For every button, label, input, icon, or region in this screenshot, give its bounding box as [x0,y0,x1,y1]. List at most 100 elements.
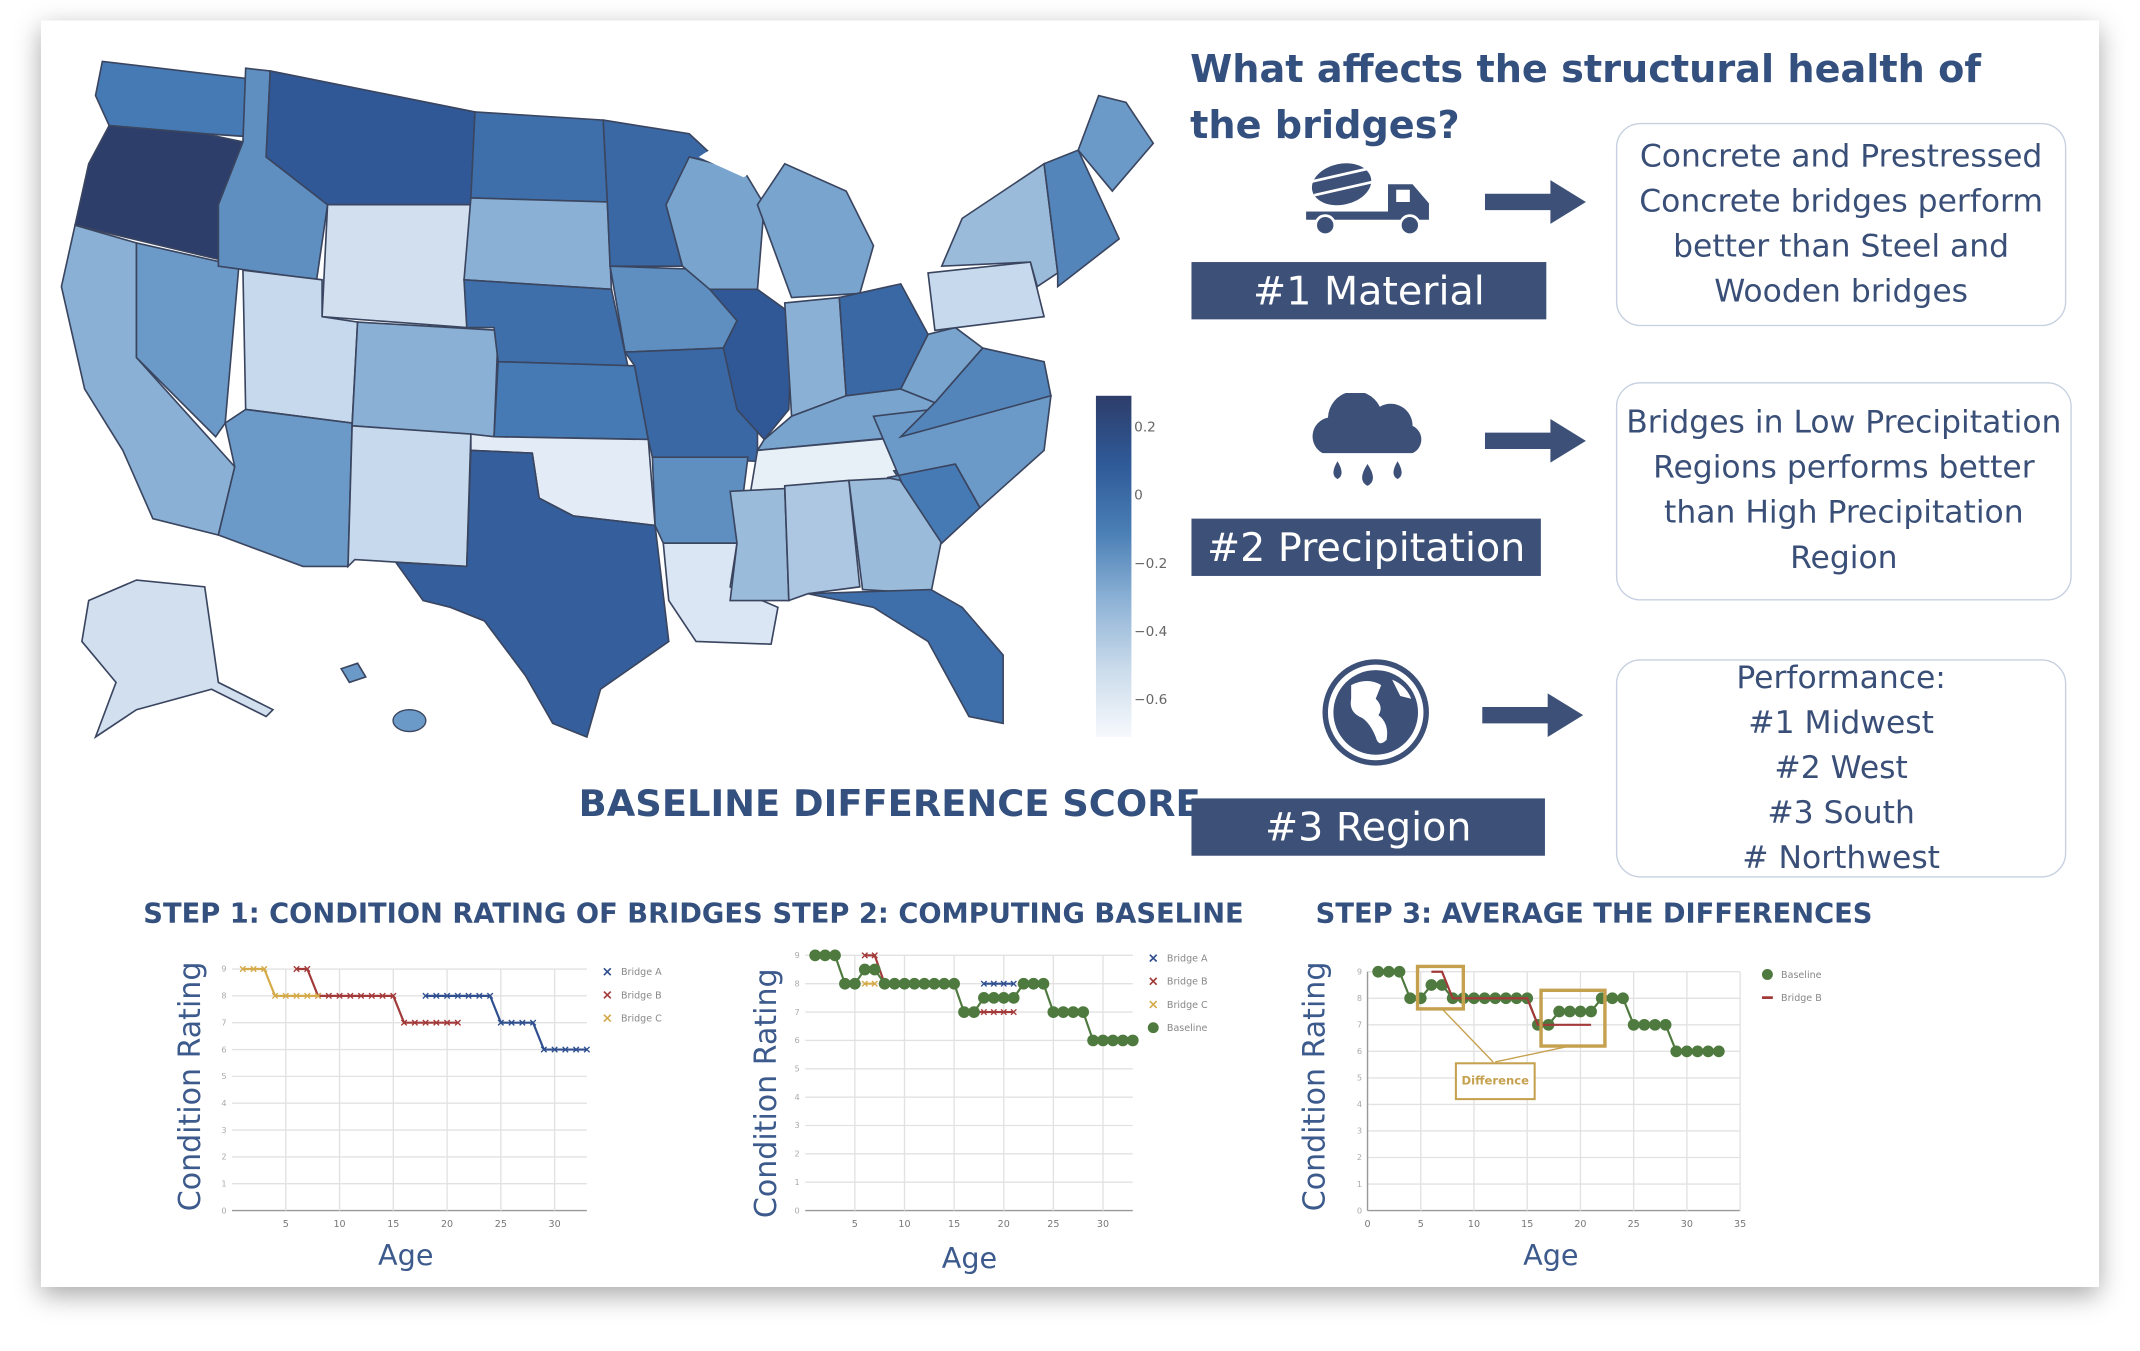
y-tick-label: 3 [1357,1126,1362,1136]
state-pa [927,261,1046,332]
description-line: Region [1790,540,1898,576]
legend-label: Bridge C [621,1014,662,1025]
state-hi [392,709,427,733]
y-tick-label: 5 [221,1071,226,1081]
y-tick-label: 6 [221,1044,226,1054]
legend-label: Baseline [1781,970,1822,981]
description-line: #2 West [1774,749,1908,786]
y-tick-label: 5 [795,1064,800,1074]
x-tick-label: 30 [549,1219,561,1230]
arrow-right-icon [1482,693,1584,737]
description-line: better than Steel and [1673,228,2010,265]
state-wa [94,60,254,138]
factor-description-region: Performance: #1 Midwest #2 West #3 South… [1615,659,2067,878]
legend-label: Bridge B [1167,977,1208,988]
state-mi [756,162,875,299]
x-tick-label: 20 [998,1219,1010,1230]
x-tick-label: 35 [1734,1219,1746,1230]
factor-label-material: #1 Material [1191,262,1547,320]
state-al [783,479,861,602]
y-tick-label: 6 [1357,1046,1362,1056]
us-choropleth-map [60,60,1155,740]
step-1-title: STEP 1: CONDITION RATING OF BRIDGES [143,896,763,930]
data-point [1037,977,1050,990]
description-line: # Northwest [1742,840,1940,876]
rain-cloud-icon [1312,393,1422,486]
data-point [1659,1018,1672,1031]
series-bridge-c [861,980,878,987]
y-tick-label: 4 [221,1098,226,1108]
y-tick-label: 6 [795,1035,800,1045]
state-hi [339,662,367,684]
y-tick-label: 9 [1357,966,1362,976]
data-point [868,963,881,976]
legend-label: Bridge B [621,990,662,1001]
x-axis-label: Age [1523,1239,1579,1272]
legend-label: Bridge C [1167,1000,1208,1011]
y-tick-label: 7 [1357,1020,1362,1030]
y-tick-label: 2 [795,1149,800,1159]
arrow-right-icon [1484,418,1586,463]
legend-marker [1761,969,1773,980]
y-axis-label: Condition Rating [1298,961,1333,1212]
data-point [1126,1034,1139,1047]
description-line: #3 South [1767,794,1915,831]
y-tick-label: 2 [1357,1152,1362,1162]
state-fl [807,588,1004,725]
description-line: Concrete bridges perform [1639,183,2043,220]
colorbar-tick: 0 [1134,488,1143,504]
legend-label: Bridge A [1167,954,1208,965]
y-tick-label: 3 [221,1125,226,1135]
legend-marker [1149,954,1158,963]
factor-description-material: Concrete and Prestressed Concrete bridge… [1615,122,2067,327]
x-tick-label: 10 [1468,1219,1480,1230]
x-tick-label: 15 [948,1219,960,1230]
x-tick-label: 25 [1047,1219,1059,1230]
data-point [1425,979,1438,991]
y-tick-label: 0 [795,1205,800,1215]
state-ks [493,360,650,441]
y-tick-label: 9 [795,950,800,960]
y-tick-label: 0 [221,1205,226,1215]
data-point [1712,1045,1725,1058]
y-tick-label: 3 [795,1120,800,1130]
factor-label-precipitation: #2 Precipitation [1191,518,1541,576]
data-point [1670,1045,1683,1058]
x-axis-label: Age [941,1241,998,1275]
description-line: Bridges in Low Precipitation [1626,405,2062,441]
description-line: Concrete and Prestressed [1639,138,2043,175]
data-point [1606,992,1619,1005]
step-2-title: STEP 2: COMPUTING BASELINE [772,896,1244,930]
annotation-arrow [1441,1008,1570,1063]
y-tick-label: 2 [221,1152,226,1162]
legend-label: Bridge A [621,967,662,978]
legend-label: Bridge B [1781,993,1822,1004]
description-line: #1 Midwest [1748,704,1934,741]
legend-marker [603,990,612,999]
state-ms [729,487,790,602]
description-line: Wooden bridges [1714,273,1969,310]
x-tick-label: 15 [387,1219,399,1230]
data-point [1649,1018,1661,1031]
data-point [1627,1018,1640,1031]
data-point [1077,1006,1090,1018]
data-point [1382,965,1395,978]
y-axis-label: Condition Rating [749,968,785,1219]
cement-truck-icon [1306,163,1429,237]
y-axis-label: Condition Rating [174,961,209,1212]
data-point [1563,1005,1576,1018]
annotation-label: Difference [1462,1074,1530,1088]
data-point [1553,1005,1566,1018]
y-tick-label: 4 [1357,1099,1362,1109]
colorbar-tick: 0.2 [1134,420,1156,436]
series-bridge-a [980,980,1017,987]
legend-marker [603,1014,612,1023]
globe-icon [1322,659,1429,766]
y-tick-label: 8 [221,991,226,1001]
description-line: than High Precipitation [1664,495,2024,531]
step-1-line-chart: 0 1 2 3 4 5 6 7 8 9 5 10 15 20 25 30 Bridge A Bridge B Bri… [221,964,662,1230]
legend-marker [1147,1022,1159,1034]
step-2-line-chart: 0 1 2 3 4 5 6 7 8 9 5 10 15 20 25 30 Bridge A Bridge B Bri… [795,949,1208,1230]
state-sd [463,197,613,291]
y-tick-label: 1 [795,1177,800,1187]
